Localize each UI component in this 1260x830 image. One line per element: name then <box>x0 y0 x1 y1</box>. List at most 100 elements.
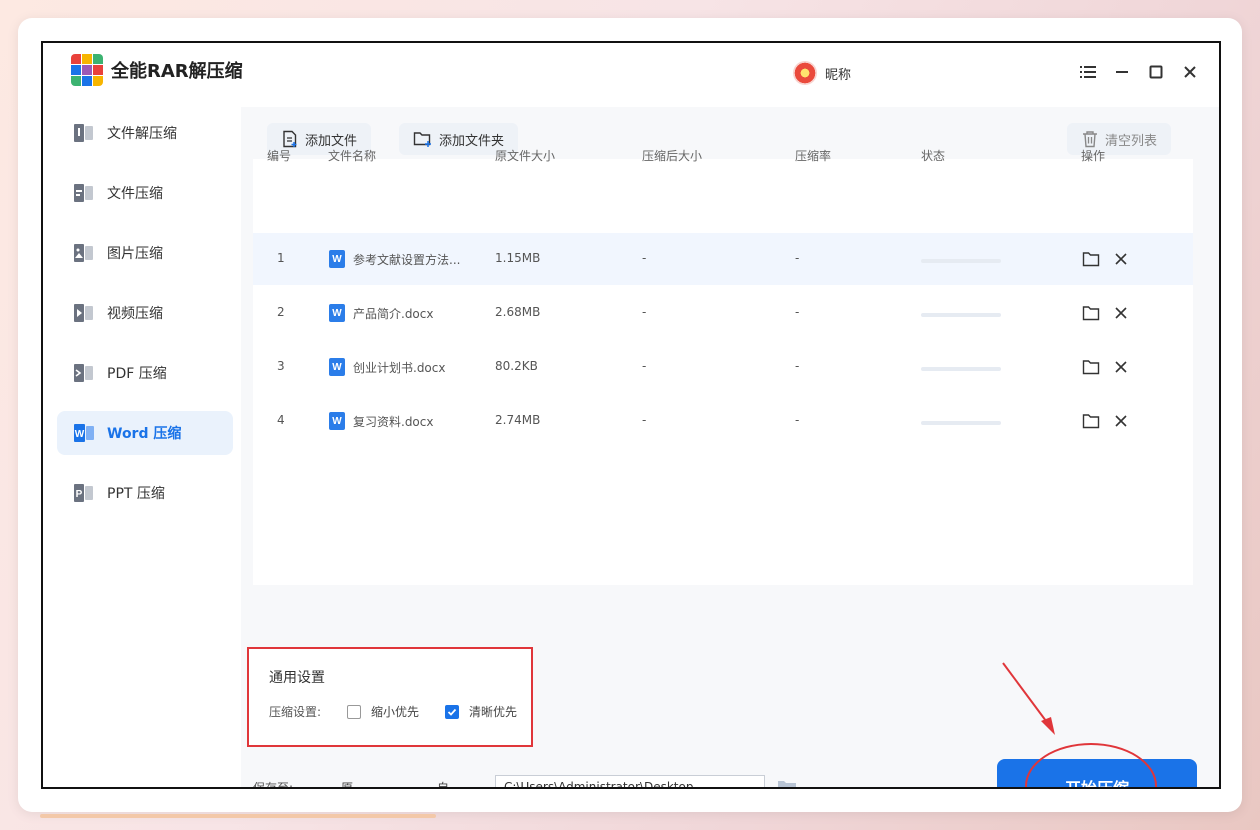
file-table: 编号 文件名称 原文件大小 压缩后大小 压缩率 状态 操作 1 W 参考文献设置… <box>253 149 1193 585</box>
col-status: 状态 <box>921 149 946 163</box>
table-row[interactable]: 2 W 产品简介.docx 2.68MB - - <box>253 287 1193 339</box>
row-original-size: 2.74MB <box>495 413 541 427</box>
col-name: 文件名称 <box>328 149 377 163</box>
option-size-priority[interactable]: 缩小优先 <box>347 703 419 720</box>
minimize-icon[interactable] <box>1111 61 1133 83</box>
row-index: 1 <box>277 251 285 265</box>
row-status-progress <box>921 313 1001 317</box>
row-ratio: - <box>795 359 800 373</box>
row-index: 4 <box>277 413 285 427</box>
col-index: 编号 <box>267 149 292 163</box>
sidebar-item-image-compress[interactable]: 图片压缩 <box>57 231 233 275</box>
add-folder-icon <box>413 132 431 147</box>
size-priority-label: 缩小优先 <box>371 705 420 719</box>
save-label: 保存至: <box>253 781 294 789</box>
option-clarity-priority[interactable]: 清晰优先 <box>445 703 517 720</box>
sidebar-item-label: Word 压缩 <box>107 426 182 442</box>
table-row[interactable]: 3 W 创业计划书.docx 80.2KB - - <box>253 341 1193 393</box>
user-nickname[interactable]: 昵称 <box>825 64 851 83</box>
svg-text:W: W <box>75 429 85 440</box>
row-original-size: 80.2KB <box>495 359 538 373</box>
row-compressed-size: - <box>642 413 647 427</box>
file-compress-icon <box>71 182 97 204</box>
browse-folder-icon[interactable] <box>777 779 797 787</box>
word-compress-icon: W <box>71 422 97 444</box>
open-folder-icon[interactable] <box>1081 303 1101 323</box>
window-controls <box>1077 61 1201 83</box>
sidebar-item-pdf-compress[interactable]: PDF 压缩 <box>57 351 233 395</box>
sidebar-item-label: 图片压缩 <box>107 246 163 262</box>
remove-icon[interactable] <box>1111 249 1131 269</box>
clear-list-label: 清空列表 <box>1105 133 1158 149</box>
sidebar-item-label: 文件压缩 <box>107 186 163 202</box>
sidebar-item-ppt-compress[interactable]: P PPT 压缩 <box>57 471 233 515</box>
row-ratio: - <box>795 251 800 265</box>
option-original-folder[interactable]: 原文件夹 <box>319 779 355 787</box>
check-icon <box>447 708 457 716</box>
decorative-bar <box>40 814 436 818</box>
row-ratio: - <box>795 413 800 427</box>
open-folder-icon[interactable] <box>1081 411 1101 431</box>
sidebar-item-video-compress[interactable]: 视频压缩 <box>57 291 233 335</box>
app-logo-icon <box>71 54 103 86</box>
col-actions: 操作 <box>1081 149 1106 163</box>
open-folder-icon[interactable] <box>1081 357 1101 377</box>
trash-icon <box>1083 131 1097 148</box>
clarity-priority-checkbox[interactable] <box>445 704 459 719</box>
add-file-icon <box>283 130 297 148</box>
word-file-icon: W <box>329 250 345 268</box>
row-compressed-size: - <box>642 251 647 265</box>
word-file-icon: W <box>329 358 345 376</box>
row-filename: W 产品简介.docx <box>329 304 433 322</box>
user-profile[interactable]: 昵称 <box>793 61 851 85</box>
add-file-label: 添加文件 <box>305 133 358 149</box>
sidebar-item-label: PPT 压缩 <box>107 486 165 502</box>
title-bar: 全能RAR解压缩 昵称 <box>43 43 1219 107</box>
row-filename-text: 创业计划书.docx <box>353 360 446 375</box>
image-compress-icon <box>71 242 97 264</box>
row-index: 3 <box>277 359 285 373</box>
remove-icon[interactable] <box>1111 411 1131 431</box>
row-original-size: 2.68MB <box>495 305 541 319</box>
remove-icon[interactable] <box>1111 303 1131 323</box>
remove-icon[interactable] <box>1111 357 1131 377</box>
sidebar-item-file-compress[interactable]: 文件压缩 <box>57 171 233 215</box>
row-index: 2 <box>277 305 285 319</box>
open-folder-icon[interactable] <box>1081 249 1101 269</box>
compress-setting-label: 压缩设置: <box>269 705 322 719</box>
row-filename: W 参考文献设置方法... <box>329 250 460 268</box>
option-custom[interactable]: 自定义 <box>419 779 455 789</box>
main-panel: 添加文件 添加文件夹 清空列表 编号 文件名称 原文件大小 压缩后大小 压缩率 … <box>241 107 1219 789</box>
row-original-size: 1.15MB <box>495 251 541 265</box>
app-title: 全能RAR解压缩 <box>111 61 243 82</box>
save-path-input[interactable] <box>495 775 765 787</box>
table-row[interactable]: 4 W 复习资料.docx 2.74MB - - <box>253 395 1193 447</box>
size-priority-checkbox[interactable] <box>347 704 361 719</box>
sidebar-item-label: 视频压缩 <box>107 306 163 322</box>
sidebar-item-extract[interactable]: 文件解压缩 <box>57 111 233 155</box>
clarity-priority-label: 清晰优先 <box>469 705 518 719</box>
general-settings-panel: 通用设置 压缩设置: 缩小优先 清晰优先 <box>247 647 533 747</box>
pdf-compress-icon <box>71 362 97 384</box>
row-status-progress <box>921 367 1001 371</box>
maximize-icon[interactable] <box>1145 61 1167 83</box>
table-row[interactable]: 1 W 参考文献设置方法... 1.15MB - - <box>253 233 1193 285</box>
row-filename: W 复习资料.docx <box>329 412 433 430</box>
row-filename-text: 参考文献设置方法... <box>353 252 461 267</box>
sidebar-item-label: 文件解压缩 <box>107 126 177 142</box>
custom-path-label: 自定义 <box>437 781 450 789</box>
sidebar-item-label: PDF 压缩 <box>107 366 167 382</box>
menu-icon[interactable] <box>1077 61 1099 83</box>
sidebar-item-word-compress[interactable]: W Word 压缩 <box>57 411 233 455</box>
sidebar: 文件解压缩 文件压缩 图片压缩 视频压缩 PDF 压缩 W Word 压缩 P … <box>43 107 241 787</box>
col-compressed-size: 压缩后大小 <box>642 149 703 163</box>
app-window: 全能RAR解压缩 昵称 文件解压缩 文件压缩 图片压缩 视频压缩 PDF 压缩 … <box>41 41 1221 789</box>
row-filename-text: 复习资料.docx <box>353 414 434 429</box>
col-ratio: 压缩率 <box>795 149 832 163</box>
avatar[interactable] <box>793 61 817 85</box>
row-status-progress <box>921 421 1001 425</box>
row-ratio: - <box>795 305 800 319</box>
start-compress-button[interactable]: 开始压缩 <box>997 759 1197 787</box>
close-icon[interactable] <box>1179 61 1201 83</box>
row-filename-text: 产品简介.docx <box>353 306 434 321</box>
